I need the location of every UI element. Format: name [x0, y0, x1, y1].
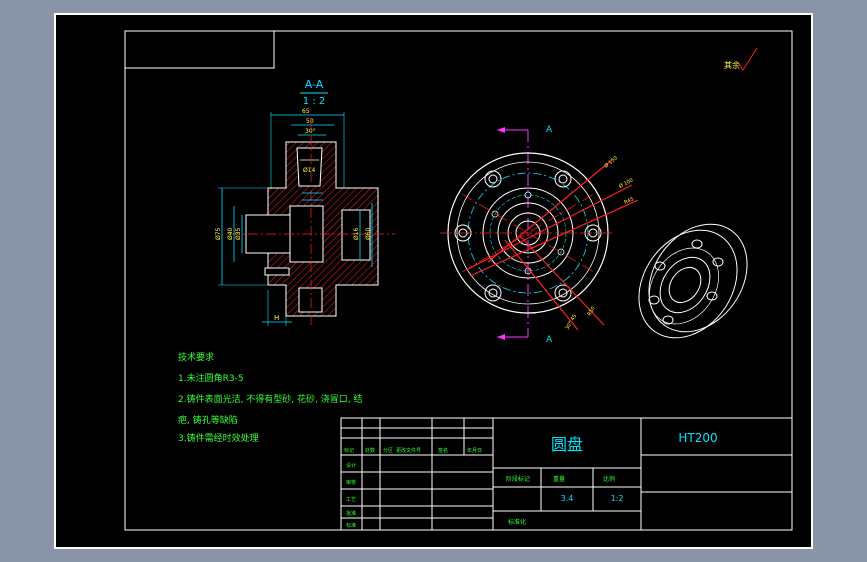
- section-label: A-A: [305, 78, 324, 91]
- tb-count: 处数: [365, 447, 375, 454]
- section-scale: 1 : 2: [303, 96, 325, 107]
- tech-line-2: 2.铸件表面光洁, 不得有型砂, 花砂, 浇冒口, 结: [178, 393, 362, 405]
- tb-change: 更改文件号: [396, 447, 421, 454]
- tb-date: 年月日: [467, 447, 482, 454]
- tb-mark: 标记: [344, 447, 354, 454]
- tech-line-4: 3.铸件需经时效处理: [178, 432, 259, 444]
- tb-standard: 标准: [346, 522, 356, 529]
- tech-title: 技术要求: [178, 351, 214, 363]
- dim-30: 30°: [305, 128, 316, 135]
- tech-line-1: 1.未注圆角R3-5: [178, 372, 244, 384]
- material: HT200: [678, 431, 717, 445]
- tb-design: 设计: [346, 462, 356, 469]
- part-name: 圆盘: [551, 435, 583, 454]
- tb-process: 工艺: [346, 497, 356, 503]
- tb-approve: 批准: [346, 510, 356, 517]
- tb-check: 审核: [346, 479, 356, 486]
- tb-zone: 分区: [383, 447, 393, 454]
- tb-weight-header: 重量: [553, 475, 565, 483]
- tb-weight: 3.4: [561, 494, 574, 503]
- dim-phi35: Ø35: [235, 227, 242, 240]
- dim-phi40: Ø40: [227, 227, 234, 240]
- cad-drawing: A-A 1 : 2 65 50 30° Ø14 Ø75 Ø40 Ø35 Ø60 …: [54, 13, 813, 549]
- dim-h: H: [274, 314, 279, 322]
- dim-65: 65: [302, 108, 310, 115]
- tech-line-3: 疤, 铸孔等缺陷: [178, 414, 238, 426]
- section-mark-bottom: A: [546, 335, 553, 345]
- dim-phi14: Ø14: [303, 167, 316, 174]
- dim-phi75: Ø75: [215, 227, 222, 240]
- section-mark-top: A: [546, 125, 553, 135]
- tb-stage-mark: 阶段标记: [506, 475, 530, 483]
- dim-50: 50: [306, 118, 314, 125]
- tb-sign: 签名: [438, 447, 448, 454]
- tb-standardization: 标准化: [508, 518, 526, 526]
- tb-scale-header: 比例: [603, 475, 615, 483]
- dim-phi16: Ø16: [353, 227, 360, 240]
- tb-scale: 1:2: [611, 494, 624, 503]
- roughness-label: 其余: [724, 60, 740, 70]
- drawing-sheet: [54, 13, 813, 549]
- dim-phi60: Ø60: [365, 227, 372, 240]
